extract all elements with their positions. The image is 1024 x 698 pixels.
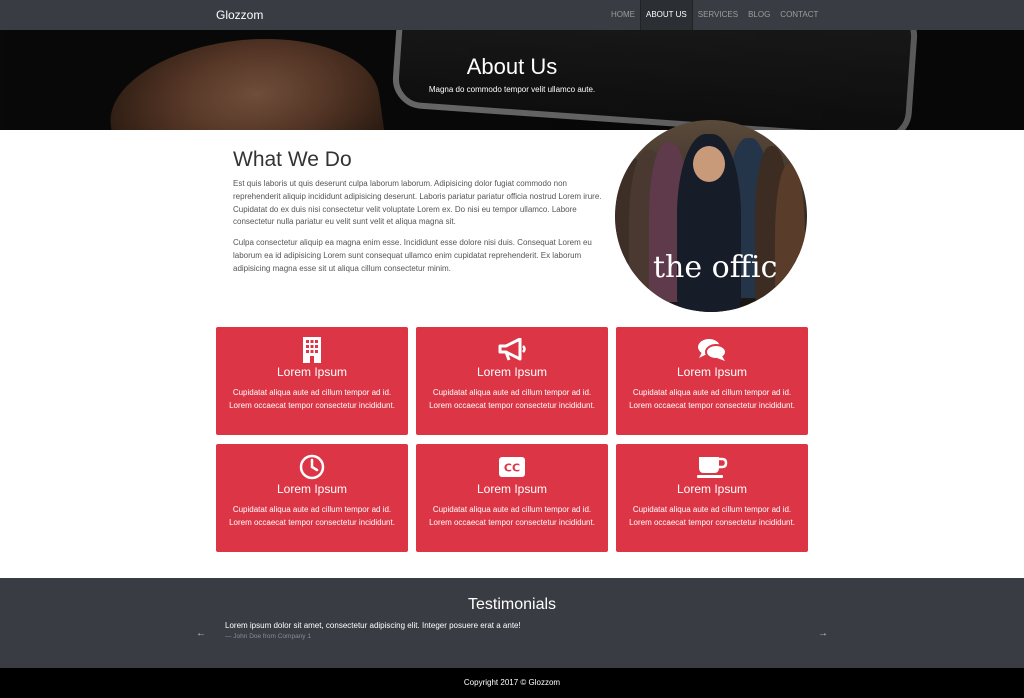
closed-captioning-icon: CC — [416, 454, 608, 480]
team-photo: the offic — [615, 120, 807, 312]
building-icon — [216, 337, 408, 363]
copyright-text: Copyright 2017 © Glozzom — [463, 678, 561, 687]
main-nav: HOME ABOUT US SERVICES BLOG CONTACT — [606, 0, 823, 30]
svg-text:CC: CC — [504, 462, 520, 475]
service-card: Lorem Ipsum Cupidatat aliqua aute ad cil… — [216, 327, 408, 435]
hero-banner: About Us Magna do commodo tempor velit u… — [0, 30, 1024, 130]
service-card: Lorem Ipsum Cupidatat aliqua aute ad cil… — [416, 327, 608, 435]
service-card: CC Lorem Ipsum Cupidatat aliqua aute ad … — [416, 444, 608, 552]
navbar: Glozzom HOME ABOUT US SERVICES BLOG CONT… — [0, 0, 1024, 30]
service-card-title: Lorem Ipsum — [676, 365, 748, 379]
service-card-text: Cupidatat aliqua aute ad cillum tempor a… — [629, 505, 795, 527]
coffee-icon — [616, 454, 808, 480]
testimonial-author: — John Doe from Company 1 — [225, 633, 311, 640]
testimonial-quote: Lorem ipsum dolor sit amet, consectetur … — [225, 621, 521, 630]
about-heading: What We Do — [233, 148, 352, 171]
clock-icon — [216, 454, 408, 480]
hero-title: About Us — [466, 54, 558, 79]
service-card-title: Lorem Ipsum — [476, 365, 548, 379]
footer: Copyright 2017 © Glozzom — [0, 668, 1024, 698]
testimonials-section: Testimonials ← Lorem ipsum dolor sit ame… — [0, 578, 1024, 668]
service-card-text: Cupidatat aliqua aute ad cillum tempor a… — [429, 388, 595, 410]
service-card: Lorem Ipsum Cupidatat aliqua aute ad cil… — [616, 444, 808, 552]
about-paragraph-2: Culpa consectetur aliquip ea magna enim … — [233, 238, 592, 273]
prev-arrow-icon[interactable]: ← — [196, 628, 206, 639]
service-card: Lorem Ipsum Cupidatat aliqua aute ad cil… — [216, 444, 408, 552]
service-card-text: Cupidatat aliqua aute ad cillum tempor a… — [429, 505, 595, 527]
next-arrow-icon[interactable]: → — [818, 628, 828, 639]
comments-icon — [616, 337, 808, 363]
about-paragraph-1: Est quis laboris ut quis deserunt culpa … — [233, 179, 602, 227]
hero-subtitle: Magna do commodo tempor velit ullamco au… — [428, 85, 596, 94]
service-card-text: Cupidatat aliqua aute ad cillum tempor a… — [629, 388, 795, 410]
bullhorn-icon — [416, 337, 608, 363]
nav-services-link[interactable]: SERVICES — [693, 0, 743, 30]
service-card-title: Lorem Ipsum — [276, 365, 348, 379]
nav-about-link[interactable]: ABOUT US — [640, 0, 693, 30]
nav-contact-link[interactable]: CONTACT — [775, 0, 823, 30]
testimonials-heading: Testimonials — [467, 596, 557, 613]
brand-logo[interactable]: Glozzom — [216, 0, 263, 30]
service-card-text: Cupidatat aliqua aute ad cillum tempor a… — [229, 505, 395, 527]
service-card-title: Lorem Ipsum — [276, 482, 348, 496]
service-card-title: Lorem Ipsum — [476, 482, 548, 496]
service-card-title: Lorem Ipsum — [676, 482, 748, 496]
team-photo-caption: the offic — [653, 250, 778, 285]
nav-blog-link[interactable]: BLOG — [743, 0, 775, 30]
service-card: Lorem Ipsum Cupidatat aliqua aute ad cil… — [616, 327, 808, 435]
service-card-text: Cupidatat aliqua aute ad cillum tempor a… — [229, 388, 395, 410]
nav-home-link[interactable]: HOME — [606, 0, 640, 30]
